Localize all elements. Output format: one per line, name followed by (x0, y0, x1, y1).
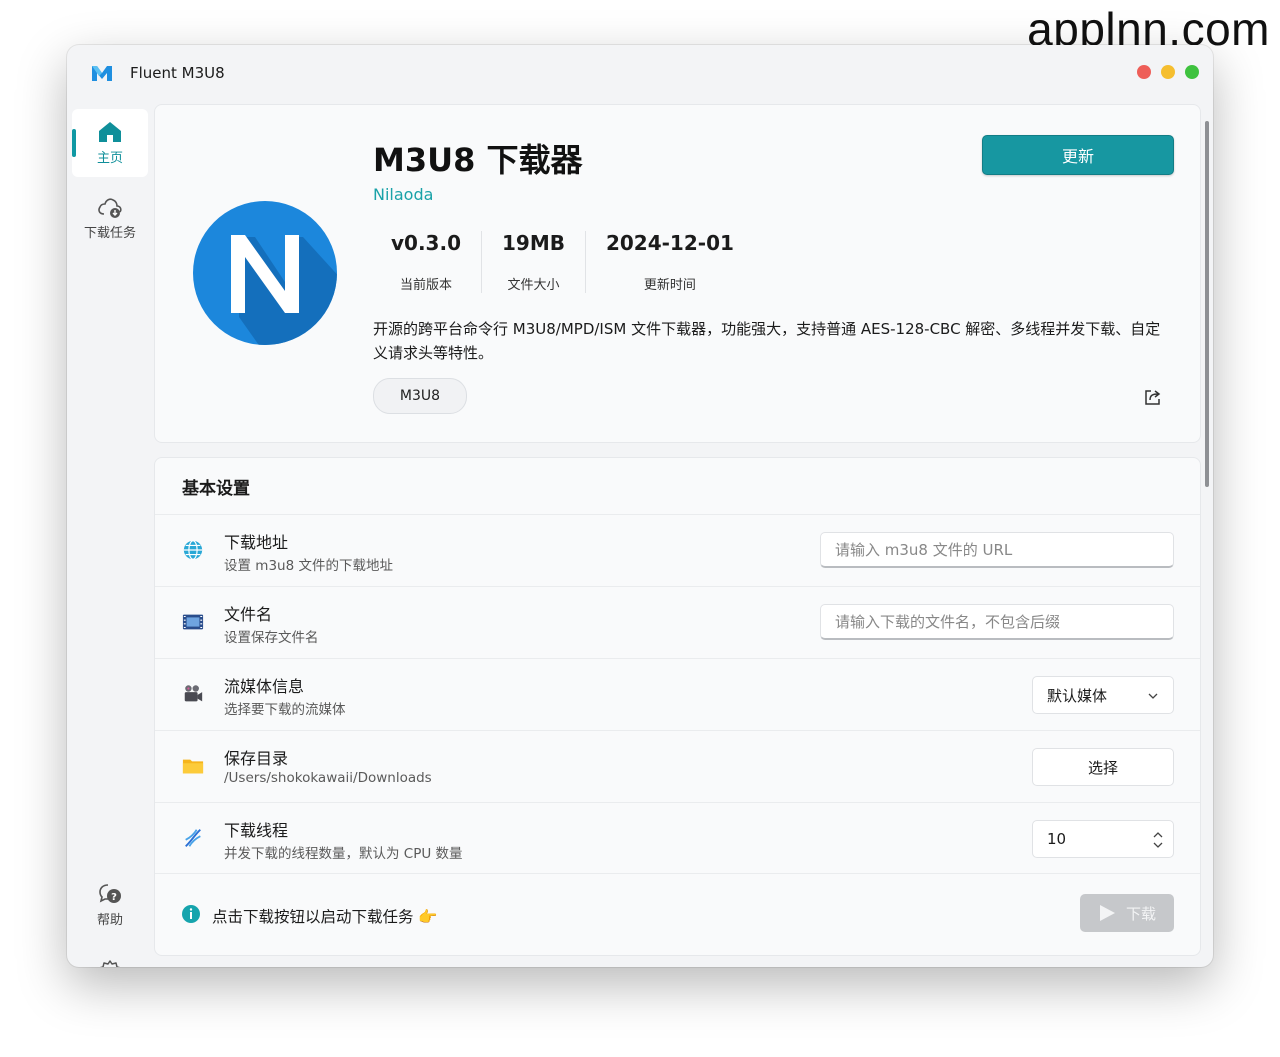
setting-row-folder: 保存目录 /Users/shokokawaii/Downloads 选择 (155, 730, 1200, 802)
app-description: 开源的跨平台命令行 M3U8/MPD/ISM 文件下载器，功能强大，支持普通 A… (373, 320, 1161, 362)
title-bar: Fluent M3U8 (67, 45, 1213, 101)
home-icon (99, 122, 121, 142)
tag-m3u8[interactable]: M3U8 (373, 378, 467, 414)
row-title: 下载地址 (224, 533, 289, 552)
stat-value: 19MB (501, 231, 565, 255)
stat-value: 2024-12-01 (605, 231, 734, 255)
row-title: 下载线程 (224, 821, 289, 840)
svg-text:?: ? (111, 892, 117, 903)
section-title: 基本设置 (182, 479, 250, 499)
sidebar-item-settings[interactable]: 设置 (72, 949, 148, 967)
setting-row-stream: 流媒体信息 选择要下载的流媒体 默认媒体 (155, 658, 1200, 730)
url-input[interactable] (820, 532, 1174, 568)
settings-gear-icon (99, 960, 121, 967)
stat-label: 更新时间 (643, 278, 696, 293)
stat-label: 当前版本 (399, 278, 452, 293)
play-icon (1099, 905, 1115, 921)
stepper-value: 10 (1047, 830, 1067, 848)
row-subtitle: 设置保存文件名 (224, 630, 319, 646)
maximize-button[interactable] (1185, 65, 1199, 79)
author-link[interactable]: Nilaoda (373, 185, 433, 204)
chevron-down-icon (1148, 693, 1158, 699)
app-n-logo-icon (193, 201, 337, 345)
row-title: 流媒体信息 (224, 677, 305, 696)
dna-icon (185, 829, 201, 847)
row-title: 文件名 (224, 605, 273, 624)
sidebar: 主页 下载任务 ? 帮助 设置 (67, 101, 153, 967)
row-subtitle: 设置 m3u8 文件的下载地址 (224, 558, 393, 574)
folder-icon (182, 759, 204, 774)
choose-folder-button[interactable]: 选择 (1032, 748, 1174, 786)
row-subtitle: /Users/shokokawaii/Downloads (224, 770, 432, 786)
download-button[interactable]: 下载 (1080, 894, 1174, 932)
row-subtitle: 选择要下载的流媒体 (224, 702, 346, 718)
scrollbar[interactable] (1205, 121, 1209, 487)
setting-row-threads: 下载线程 并发下载的线程数量，默认为 CPU 数量 10 (155, 802, 1200, 874)
app-stats: v0.3.0 当前版本 19MB 文件大小 2024-12-01 更新时间 (373, 231, 754, 293)
row-subtitle: 并发下载的线程数量，默认为 CPU 数量 (224, 846, 463, 862)
window-title: Fluent M3U8 (130, 64, 225, 82)
sidebar-item-label: 下载任务 (83, 226, 136, 241)
stat-value: v0.3.0 (391, 231, 461, 255)
app-logo-icon (92, 66, 112, 81)
stat-label: 文件大小 (507, 278, 560, 293)
sidebar-item-home[interactable]: 主页 (72, 109, 148, 177)
setting-row-filename: 文件名 设置保存文件名 (155, 586, 1200, 658)
window-controls (1137, 65, 1199, 79)
setting-row-url: 下载地址 设置 m3u8 文件的下载地址 (155, 514, 1200, 586)
film-icon (182, 614, 204, 630)
download-label: 下载 (1125, 904, 1156, 923)
thread-count-stepper[interactable]: 10 (1032, 820, 1174, 858)
stat-updated: 2024-12-01 更新时间 (584, 231, 754, 293)
stat-version: v0.3.0 当前版本 (373, 231, 481, 293)
stream-select[interactable]: 默认媒体 (1032, 676, 1174, 714)
select-value: 默认媒体 (1047, 686, 1108, 705)
stepper-arrows-icon[interactable] (1151, 829, 1165, 851)
help-icon: ? (99, 884, 121, 903)
stat-size: 19MB 文件大小 (480, 231, 585, 293)
cloud-download-icon (98, 198, 122, 218)
sidebar-item-label: 主页 (96, 151, 123, 166)
movie-camera-icon (184, 685, 203, 702)
share-icon[interactable] (1143, 387, 1163, 407)
hint-text: 点击下载按钮以启动下载任务 👉 (212, 908, 438, 926)
app-info-card: M3U8 下载器 Nilaoda 更新 v0.3.0 当前版本 19MB 文件大… (154, 104, 1201, 443)
download-footer: 点击下载按钮以启动下载任务 👉 下载 (155, 873, 1200, 955)
update-button[interactable]: 更新 (982, 135, 1174, 175)
row-title: 保存目录 (224, 749, 289, 768)
filename-input[interactable] (820, 604, 1174, 640)
active-indicator (72, 129, 76, 157)
basic-settings-card: 基本设置 下载地址 设置 m3u8 文件的下载地址 文件名 设置保存文件名 (154, 457, 1201, 956)
app-title: M3U8 下载器 (373, 141, 583, 179)
sidebar-item-downloads[interactable]: 下载任务 (72, 184, 148, 252)
minimize-button[interactable] (1161, 65, 1175, 79)
sidebar-item-help[interactable]: ? 帮助 (72, 871, 148, 939)
sidebar-item-label: 帮助 (96, 913, 123, 928)
globe-icon (183, 540, 203, 560)
app-window: Fluent M3U8 主页 下载任务 ? 帮助 M3U8 下载器 Nilaod… (67, 45, 1213, 967)
info-icon (182, 905, 200, 923)
close-button[interactable] (1137, 65, 1151, 79)
